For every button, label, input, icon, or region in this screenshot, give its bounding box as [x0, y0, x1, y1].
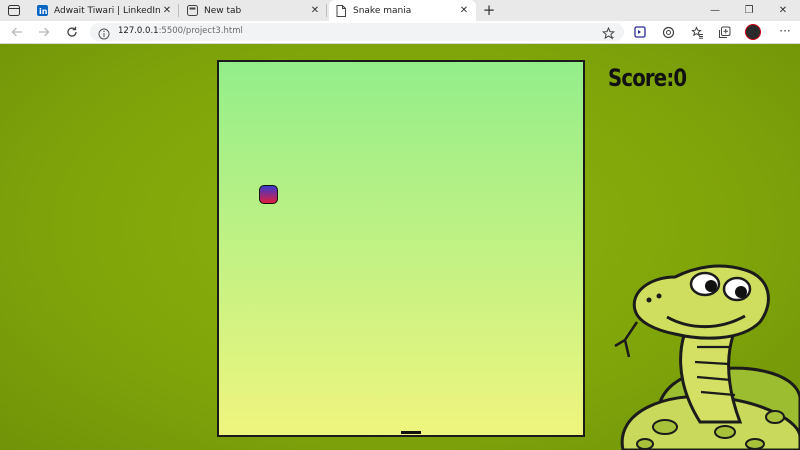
- svg-text:+: +: [611, 36, 615, 41]
- snake-mascot-image: [614, 264, 800, 450]
- refresh-button[interactable]: [64, 24, 80, 40]
- score-display: Score:0: [608, 64, 687, 92]
- tab-linkedin[interactable]: in Adwait Tiwari | LinkedIn ✕: [30, 0, 179, 21]
- tab-new-tab[interactable]: New tab ✕: [180, 0, 327, 21]
- maximize-button[interactable]: ❐: [732, 0, 766, 21]
- refresh-icon: [67, 26, 77, 37]
- tab-snake-mania[interactable]: Snake mania ✕: [329, 0, 476, 21]
- add-favorite-icon[interactable]: +: [601, 25, 616, 42]
- tab-actions-button[interactable]: [4, 2, 24, 19]
- food: [401, 431, 421, 434]
- tab-actions-icon: [8, 5, 20, 16]
- game-board[interactable]: [217, 60, 585, 437]
- forward-button[interactable]: [36, 24, 52, 40]
- tab-close-button[interactable]: ✕: [309, 5, 321, 16]
- newtab-icon: [186, 5, 198, 17]
- minimize-button[interactable]: —: [698, 0, 732, 21]
- tab-title: New tab: [204, 5, 242, 16]
- back-button[interactable]: [9, 24, 25, 40]
- tab-title: Snake mania: [353, 5, 412, 16]
- url-host: 127.0.0.1: [118, 26, 159, 36]
- browser-toolbar: 127.0.0.1:5500/project3.html + ···: [0, 21, 800, 44]
- tab-close-button[interactable]: ✕: [458, 5, 470, 16]
- snake-head: [259, 185, 278, 204]
- address-bar[interactable]: 127.0.0.1:5500/project3.html +: [90, 23, 624, 42]
- url-path: :5500/project3.html: [158, 26, 243, 36]
- url-text[interactable]: 127.0.0.1:5500/project3.html: [118, 26, 243, 36]
- settings-menu-button[interactable]: ···: [778, 24, 792, 40]
- close-window-button[interactable]: ✕: [766, 0, 800, 21]
- arrow-left-icon: [11, 27, 22, 37]
- tab-title: Adwait Tiwari | LinkedIn: [54, 5, 161, 16]
- tab-strip: in Adwait Tiwari | LinkedIn ✕ New tab ✕ …: [0, 0, 800, 21]
- info-icon[interactable]: [98, 25, 112, 40]
- tab-close-button[interactable]: ✕: [161, 5, 173, 16]
- linkedin-icon: in: [36, 5, 48, 17]
- collections-icon[interactable]: [716, 24, 732, 40]
- page-icon: [335, 4, 347, 17]
- profile-avatar[interactable]: [745, 24, 761, 40]
- extensions-icon[interactable]: [660, 24, 676, 40]
- game-page: Score:0: [0, 44, 800, 450]
- svg-text:in: in: [39, 7, 48, 16]
- new-tab-button[interactable]: +: [480, 1, 498, 19]
- arrow-right-icon: [39, 27, 50, 37]
- reading-view-icon[interactable]: [632, 24, 648, 40]
- favorites-icon[interactable]: [689, 24, 705, 40]
